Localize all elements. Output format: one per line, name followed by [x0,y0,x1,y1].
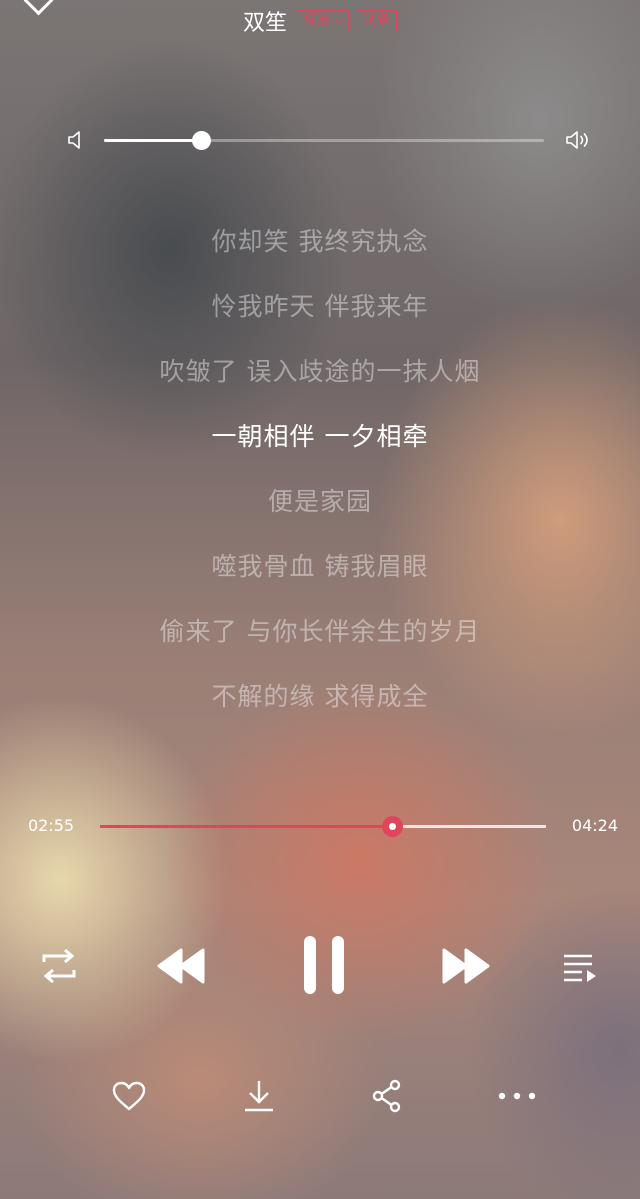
current-time: 02:55 [28,816,75,835]
next-icon [442,948,490,984]
share-icon [372,1079,401,1113]
pause-button[interactable] [300,934,348,996]
like-button[interactable] [109,1074,149,1118]
heart-icon [112,1081,146,1111]
lyrics-tag-button[interactable]: 词条 [357,10,398,32]
playback-controls [0,930,640,1000]
volume-high-icon [566,131,588,149]
quality-label: 标准 [303,13,330,28]
header: 双笙 标准 词条 [0,4,640,38]
lyric-line: 怜我昨天 伴我来年 [211,292,429,321]
progress-thumb[interactable] [382,816,404,837]
quality-selector[interactable]: 标准 [296,10,349,32]
lyric-line: 不解的缘 求得成全 [211,682,429,711]
volume-thumb[interactable] [191,131,211,150]
lyric-line: 吹皱了 误入歧途的一抹人烟 [159,357,481,386]
more-button[interactable] [497,1074,537,1118]
progress-fill [100,825,393,828]
playlist-button[interactable] [560,950,598,984]
progress-slider[interactable] [100,816,546,837]
chevron-down-icon [334,15,344,24]
share-button[interactable] [367,1074,407,1118]
volume-slider[interactable] [104,131,544,150]
playback-progress: 02:55 04:24 [0,812,640,842]
lyric-line: 偷来了 与你长伴余生的岁月 [159,617,481,646]
volume-fill [104,139,201,142]
lyric-line: 你却笑 我终究执念 [211,227,429,256]
previous-button[interactable] [155,946,207,986]
lyrics-panel[interactable]: 你却笑 我终究执念 怜我昨天 伴我来年吹皱了 误入歧途的一抹人烟 一朝相伴 一夕相牵… [0,218,640,738]
song-title: 双笙 [242,11,287,36]
playlist-icon [564,954,596,982]
download-button[interactable] [239,1074,279,1118]
repeat-button[interactable] [38,948,80,984]
volume-control [66,124,594,156]
download-icon [245,1081,273,1112]
previous-icon [157,948,205,984]
more-icon [498,1092,536,1100]
volume-low-icon [68,131,80,149]
lyric-line: 噬我骨血 铸我眉眼 [211,552,429,581]
total-time: 04:24 [571,816,618,835]
repeat-icon [42,948,76,984]
next-button[interactable] [440,946,492,986]
lyric-line: 便是家园 [267,487,372,516]
song-actions [0,1074,640,1118]
lyric-line-current: 一朝相伴 一夕相牵 [211,422,429,451]
pause-icon [304,936,344,994]
